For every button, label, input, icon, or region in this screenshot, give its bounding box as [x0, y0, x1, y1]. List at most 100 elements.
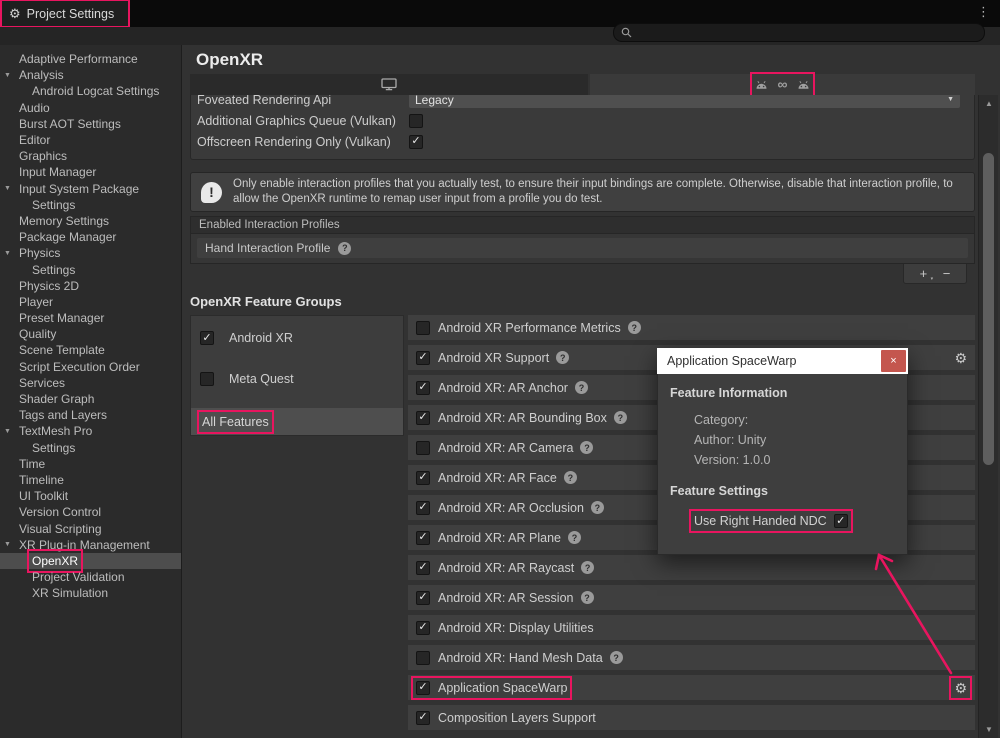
sidebar-item-adaptive-performance[interactable]: Adaptive Performance	[0, 51, 181, 67]
search-input[interactable]	[613, 23, 985, 42]
sidebar-item-label: UI Toolkit	[19, 489, 68, 503]
sidebar-item-time[interactable]: Time	[0, 456, 181, 472]
checkbox[interactable]	[416, 501, 430, 515]
sidebar-item-xr-plug-in-management[interactable]: ▼XR Plug-in Management	[0, 537, 181, 553]
feature-main: Android XR: AR Camera	[416, 441, 573, 455]
feature-row-application-spacewarp[interactable]: Application SpaceWarp⚙	[408, 675, 975, 700]
chevron-down-icon: ▼	[947, 96, 954, 103]
sidebar-item-script-execution-order[interactable]: Script Execution Order	[0, 359, 181, 375]
checkbox[interactable]	[416, 681, 430, 695]
foldout-icon[interactable]: ▼	[4, 250, 16, 257]
feature-gear-icon[interactable]: ⚙	[954, 351, 967, 365]
sidebar-item-editor[interactable]: Editor	[0, 132, 181, 148]
sidebar-item-input-manager[interactable]: Input Manager	[0, 164, 181, 180]
kebab-menu-icon[interactable]: ⋮	[977, 4, 990, 20]
sidebar-item-settings[interactable]: Settings	[0, 261, 181, 277]
help-icon: ?	[610, 651, 623, 664]
checkbox[interactable]	[416, 321, 430, 335]
feature-main: Android XR: AR Bounding Box	[416, 411, 607, 425]
feature-gear-icon[interactable]: ⚙	[954, 681, 967, 695]
popup-setting-checkbox[interactable]	[834, 514, 848, 528]
sidebar-item-physics[interactable]: ▼Physics	[0, 245, 181, 261]
feature-row-android-xr-hand-mesh-data[interactable]: Android XR: Hand Mesh Data?	[408, 645, 975, 670]
sidebar-item-visual-scripting[interactable]: Visual Scripting	[0, 520, 181, 536]
sidebar-item-quality[interactable]: Quality	[0, 326, 181, 342]
sidebar-item-player[interactable]: Player	[0, 294, 181, 310]
checkbox[interactable]	[416, 711, 430, 725]
profile-row-hand-interaction-profile[interactable]: Hand Interaction Profile?	[197, 238, 968, 258]
checkbox[interactable]	[416, 531, 430, 545]
sidebar-item-package-manager[interactable]: Package Manager	[0, 229, 181, 245]
help-icon: ?	[614, 411, 627, 424]
foldout-icon[interactable]: ▼	[4, 185, 16, 192]
vertical-scrollbar[interactable]: ▲ ▼	[978, 95, 998, 738]
feature-row-composition-layers-support[interactable]: Composition Layers Support	[408, 705, 975, 730]
feature-row-android-xr-ar-session[interactable]: Android XR: AR Session?	[408, 585, 975, 610]
help-icon: ?	[581, 591, 594, 604]
sidebar-item-audio[interactable]: Audio	[0, 100, 181, 116]
sidebar-item-openxr[interactable]: OpenXR	[0, 553, 181, 569]
checkbox[interactable]	[409, 114, 423, 128]
sidebar-item-label: Physics 2D	[19, 279, 79, 293]
sidebar-item-shader-graph[interactable]: Shader Graph	[0, 391, 181, 407]
sidebar-item-analysis[interactable]: ▼Analysis	[0, 67, 181, 83]
popup-titlebar[interactable]: Application SpaceWarp ×	[657, 348, 908, 374]
platform-tab-2[interactable]: ∞	[590, 74, 975, 95]
sidebar-item-timeline[interactable]: Timeline	[0, 472, 181, 488]
checkbox[interactable]	[416, 411, 430, 425]
feature-group-meta-quest[interactable]: Meta Quest	[191, 367, 403, 391]
dropdown-foveated-rendering-api[interactable]: Legacy▼	[409, 95, 960, 108]
checkbox[interactable]	[416, 471, 430, 485]
checkbox[interactable]	[416, 381, 430, 395]
sidebar-item-android-logcat-settings[interactable]: Android Logcat Settings	[0, 83, 181, 99]
platform-tab-1[interactable]	[190, 74, 588, 95]
sidebar-item-project-validation[interactable]: Project Validation	[0, 569, 181, 585]
settings-sidebar: Adaptive Performance▼AnalysisAndroid Log…	[0, 45, 182, 738]
sidebar-item-version-control[interactable]: Version Control	[0, 504, 181, 520]
sidebar-item-settings[interactable]: Settings	[0, 197, 181, 213]
sidebar-item-physics-2d[interactable]: Physics 2D	[0, 278, 181, 294]
remove-profile-button[interactable]: −	[943, 267, 951, 280]
checkbox[interactable]	[200, 372, 214, 386]
sidebar-item-preset-manager[interactable]: Preset Manager	[0, 310, 181, 326]
scrollbar-thumb[interactable]	[983, 153, 994, 465]
foldout-icon[interactable]: ▼	[4, 428, 16, 435]
checkbox[interactable]	[416, 591, 430, 605]
sidebar-item-label: Shader Graph	[19, 392, 94, 406]
add-profile-button[interactable]: +	[920, 267, 928, 280]
sidebar-item-tags-and-layers[interactable]: Tags and Layers	[0, 407, 181, 423]
feature-main: Android XR: AR Plane	[416, 531, 561, 545]
checkbox[interactable]	[416, 621, 430, 635]
close-icon[interactable]: ×	[881, 350, 906, 372]
feature-groups-header: OpenXR Feature Groups	[190, 294, 975, 309]
feature-row-android-xr-ar-raycast[interactable]: Android XR: AR Raycast?	[408, 555, 975, 580]
sidebar-item-textmesh-pro[interactable]: ▼TextMesh Pro	[0, 423, 181, 439]
checkbox[interactable]	[409, 135, 423, 149]
feature-row-android-xr-performance-metrics[interactable]: Android XR Performance Metrics?	[408, 315, 975, 340]
checkbox[interactable]	[416, 441, 430, 455]
gear-icon: ⚙	[9, 7, 21, 20]
scroll-up-icon[interactable]: ▲	[979, 99, 999, 108]
checkbox[interactable]	[200, 331, 214, 345]
sidebar-item-settings[interactable]: Settings	[0, 440, 181, 456]
sidebar-item-label: Scene Template	[19, 343, 105, 357]
sidebar-item-xr-simulation[interactable]: XR Simulation	[0, 585, 181, 601]
feature-row-android-xr-display-utilities[interactable]: Android XR: Display Utilities	[408, 615, 975, 640]
scroll-down-icon[interactable]: ▼	[979, 725, 999, 734]
foldout-icon[interactable]: ▼	[4, 541, 16, 548]
feature-group-android-xr[interactable]: Android XR	[191, 326, 403, 350]
sidebar-item-services[interactable]: Services	[0, 375, 181, 391]
project-settings-tab[interactable]: ⚙ Project Settings	[1, 0, 129, 27]
sidebar-item-ui-toolkit[interactable]: UI Toolkit	[0, 488, 181, 504]
all-features-item[interactable]: All Features	[191, 408, 403, 435]
sidebar-item-input-system-package[interactable]: ▼Input System Package	[0, 181, 181, 197]
feature-main: Android XR: AR Raycast	[416, 561, 574, 575]
sidebar-item-memory-settings[interactable]: Memory Settings	[0, 213, 181, 229]
sidebar-item-graphics[interactable]: Graphics	[0, 148, 181, 164]
sidebar-item-burst-aot-settings[interactable]: Burst AOT Settings	[0, 116, 181, 132]
checkbox[interactable]	[416, 651, 430, 665]
foldout-icon[interactable]: ▼	[4, 72, 16, 79]
checkbox[interactable]	[416, 351, 430, 365]
sidebar-item-scene-template[interactable]: Scene Template	[0, 342, 181, 358]
checkbox[interactable]	[416, 561, 430, 575]
